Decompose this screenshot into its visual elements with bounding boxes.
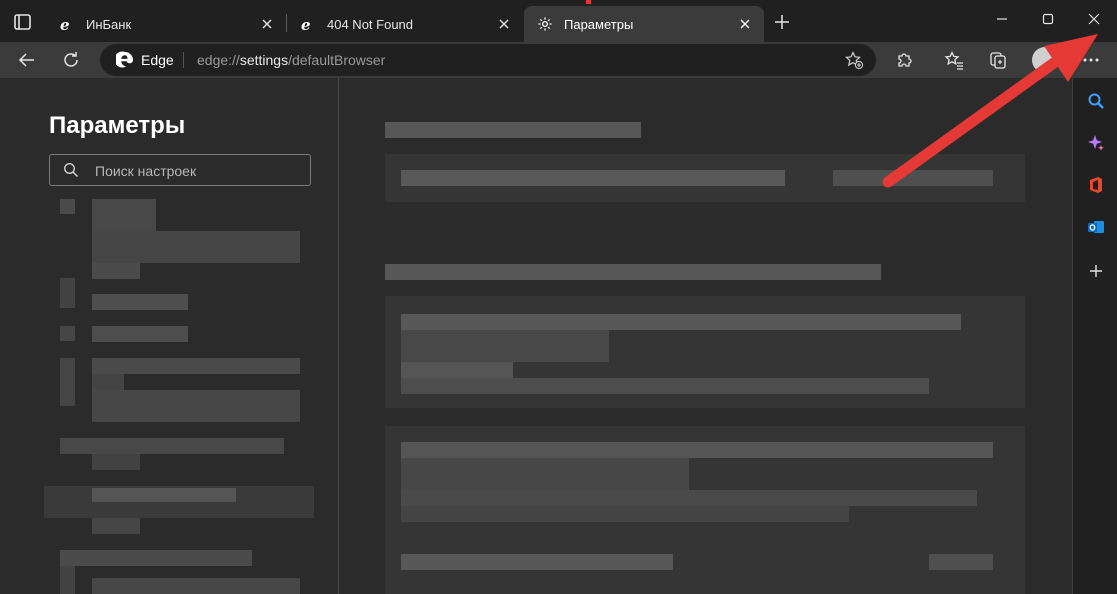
settings-nav-pane: Параметры Поиск настроек [0,78,339,594]
tab-title: Параметры [564,16,634,32]
favorites-icon[interactable] [944,50,964,70]
edge-brand-label: Edge [141,52,174,68]
address-divider [183,52,184,68]
pixelated-nav-item[interactable] [92,263,140,279]
new-tab-plus-icon[interactable] [772,12,792,32]
url-prefix: edge:// [197,52,240,68]
pixelated-nav-item[interactable] [92,326,188,342]
tab-404[interactable]: e 404 Not Found [287,6,523,42]
pixelated-toggle[interactable] [929,554,993,570]
pixelated-nav-item[interactable] [92,390,300,422]
ie-icon: e [299,15,317,33]
svg-text:e: e [60,16,70,32]
tab-inbank[interactable]: e ИнБанк [46,6,286,42]
tab-bar: e ИнБанк e 404 Not Found Параметры [0,0,1117,42]
close-window-button[interactable] [1071,0,1117,38]
copilot-sparkle-icon[interactable] [1085,132,1107,154]
url-text[interactable]: edge://settings/defaultBrowser [197,52,385,68]
tab-title: 404 Not Found [327,16,414,32]
office-icon[interactable] [1085,174,1107,196]
pixelated-text [401,554,673,570]
gear-icon [536,15,554,33]
pixelated-nav-item[interactable] [92,518,140,534]
pixelated-section-heading [385,122,641,138]
browser-toolbar: Edge edge://settings/defaultBrowser [0,42,1117,78]
address-bar[interactable]: Edge edge://settings/defaultBrowser [100,44,876,76]
pixelated-text [401,378,929,394]
pixelated-nav-icon [60,278,75,308]
pixelated-text [401,170,785,186]
url-path: /defaultBrowser [288,52,386,68]
page-title: Параметры [49,112,186,139]
close-tab-icon[interactable] [495,15,513,33]
pixelated-nav-icon [60,199,75,214]
pixelated-nav-item[interactable] [92,374,124,390]
pixelated-nav-item[interactable] [92,358,300,374]
collections-icon[interactable] [988,50,1008,70]
maximize-button[interactable] [1025,0,1071,38]
pixelated-nav-icon [60,566,75,594]
pixelated-nav-item[interactable] [92,231,300,263]
tab-title: ИнБанк [86,16,132,32]
pixelated-nav-icon [60,326,75,341]
add-sidebar-plus-icon[interactable] [1085,260,1107,282]
close-tab-icon[interactable] [258,15,276,33]
pixelated-section-heading [385,264,881,280]
minimize-button[interactable] [979,0,1025,38]
close-tab-icon[interactable] [736,15,754,33]
tab-settings[interactable]: Параметры [524,6,764,42]
profile-avatar[interactable] [1032,47,1058,73]
pixelated-text [401,490,977,506]
outlook-icon[interactable] [1085,216,1107,238]
settings-search-input[interactable]: Поиск настроек [49,154,311,186]
pixelated-text [401,442,993,458]
pixelated-nav-item[interactable] [60,438,284,454]
pixelated-text [401,362,513,378]
pixelated-button[interactable] [833,170,993,186]
search-sidebar-icon[interactable] [1085,90,1107,112]
back-arrow-icon[interactable] [12,45,42,75]
pixelated-nav-item[interactable] [92,199,156,231]
search-placeholder: Поиск настроек [95,163,197,179]
pixelated-nav-item[interactable] [60,550,252,566]
pixelated-nav-item[interactable] [92,578,300,594]
pixelated-nav-item[interactable] [92,488,236,502]
edge-logo-icon [114,51,134,69]
add-favorite-star-icon[interactable] [844,50,864,70]
url-host: settings [239,52,289,68]
refresh-icon[interactable] [56,45,86,75]
pixelated-nav-icon [60,358,75,406]
edge-sidebar [1072,78,1117,594]
pixelated-text [401,314,961,330]
svg-text:e: e [301,16,311,32]
more-menu-icon[interactable] [1080,50,1102,70]
pixelated-text [401,458,689,490]
ie-icon: e [58,15,76,33]
pixelated-text [401,330,609,362]
pixelated-nav-item[interactable] [92,454,140,470]
tab-actions-icon[interactable] [8,10,36,34]
settings-page: Параметры Поиск настроек [0,78,1072,594]
pixelated-text [401,506,849,522]
extensions-puzzle-icon[interactable] [895,50,915,70]
search-icon [63,162,79,178]
pixelated-nav-item[interactable] [92,294,188,310]
